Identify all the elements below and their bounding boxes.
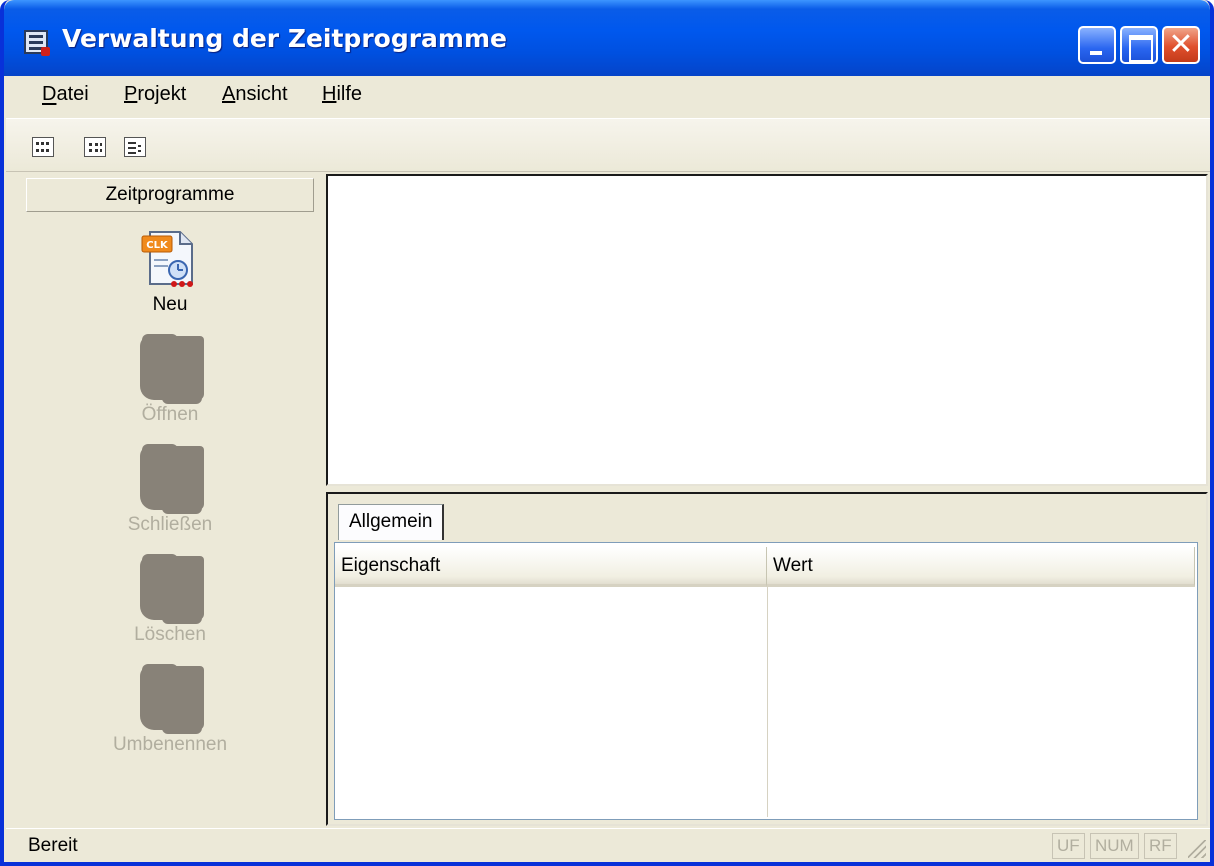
large-icons-view-icon[interactable]: [32, 137, 54, 157]
new-button[interactable]: CLK Neu: [26, 226, 314, 336]
menu-ansicht[interactable]: Ansicht: [222, 83, 288, 106]
app-schedule-icon[interactable]: [24, 30, 50, 56]
status-text: Bereit: [28, 835, 78, 856]
tab-allgemein[interactable]: Allgemein: [338, 504, 445, 540]
column-divider: [767, 587, 768, 817]
close-doc-label: Schließen: [127, 514, 213, 535]
open-button[interactable]: Öffnen: [26, 334, 314, 446]
close-doc-button[interactable]: Schließen: [26, 444, 314, 556]
maximize-button[interactable]: [1120, 26, 1158, 64]
indicator-uf: UF: [1052, 833, 1085, 859]
rename-button[interactable]: Umbenennen: [26, 664, 314, 776]
menu-projekt[interactable]: Projekt: [124, 83, 186, 106]
rename-label: Umbenennen: [112, 734, 228, 755]
column-header-wert[interactable]: Wert: [767, 547, 1195, 587]
delete-label: Löschen: [134, 624, 206, 645]
status-bar: Bereit UF NUM RF: [6, 828, 1210, 862]
title-bar[interactable]: Verwaltung der Zeitprogramme ✕: [4, 0, 1210, 76]
open-icon: [140, 334, 204, 404]
menu-label: Projekt: [124, 83, 187, 105]
resize-grip-icon[interactable]: [1188, 840, 1206, 858]
minimize-button[interactable]: [1078, 26, 1116, 64]
delete-icon: [140, 554, 204, 624]
new-label: Neu: [152, 294, 188, 315]
menu-label: Hilfe: [322, 83, 363, 105]
open-label: Öffnen: [141, 404, 199, 425]
close-button[interactable]: ✕: [1162, 26, 1200, 64]
menu-bar: Datei Projekt Ansicht Hilfe: [4, 76, 1210, 116]
app-window: Verwaltung der Zeitprogramme ✕ Datei Pro…: [0, 0, 1214, 866]
schedule-list-view[interactable]: [326, 174, 1208, 486]
close-doc-icon: [140, 444, 204, 514]
toolbar: [6, 118, 1210, 172]
window-title: Verwaltung der Zeitprogramme: [62, 24, 507, 53]
indicator-num: NUM: [1090, 833, 1139, 859]
properties-panel: Allgemein Eigenschaft Wert: [326, 492, 1208, 826]
menu-label: Ansicht: [222, 83, 288, 105]
properties-table[interactable]: Eigenschaft Wert: [334, 542, 1198, 820]
indicator-rf: RF: [1144, 833, 1177, 859]
list-view-icon[interactable]: [124, 137, 146, 157]
delete-button[interactable]: Löschen: [26, 554, 314, 666]
svg-text:CLK: CLK: [146, 240, 169, 251]
column-header-eigenschaft[interactable]: Eigenschaft: [335, 547, 767, 587]
new-clk-document-icon: CLK: [141, 231, 193, 287]
close-icon: ✕: [1168, 27, 1194, 62]
launch-pane: Zeitprogramme CLK Neu Öffnen Schließen L…: [12, 174, 316, 826]
menu-hilfe[interactable]: Hilfe: [322, 83, 362, 106]
small-icons-view-icon[interactable]: [84, 137, 106, 157]
pane-header[interactable]: Zeitprogramme: [26, 178, 314, 212]
menu-datei[interactable]: Datei: [42, 83, 89, 106]
rename-icon: [140, 664, 204, 734]
menu-label: Datei: [42, 83, 89, 105]
